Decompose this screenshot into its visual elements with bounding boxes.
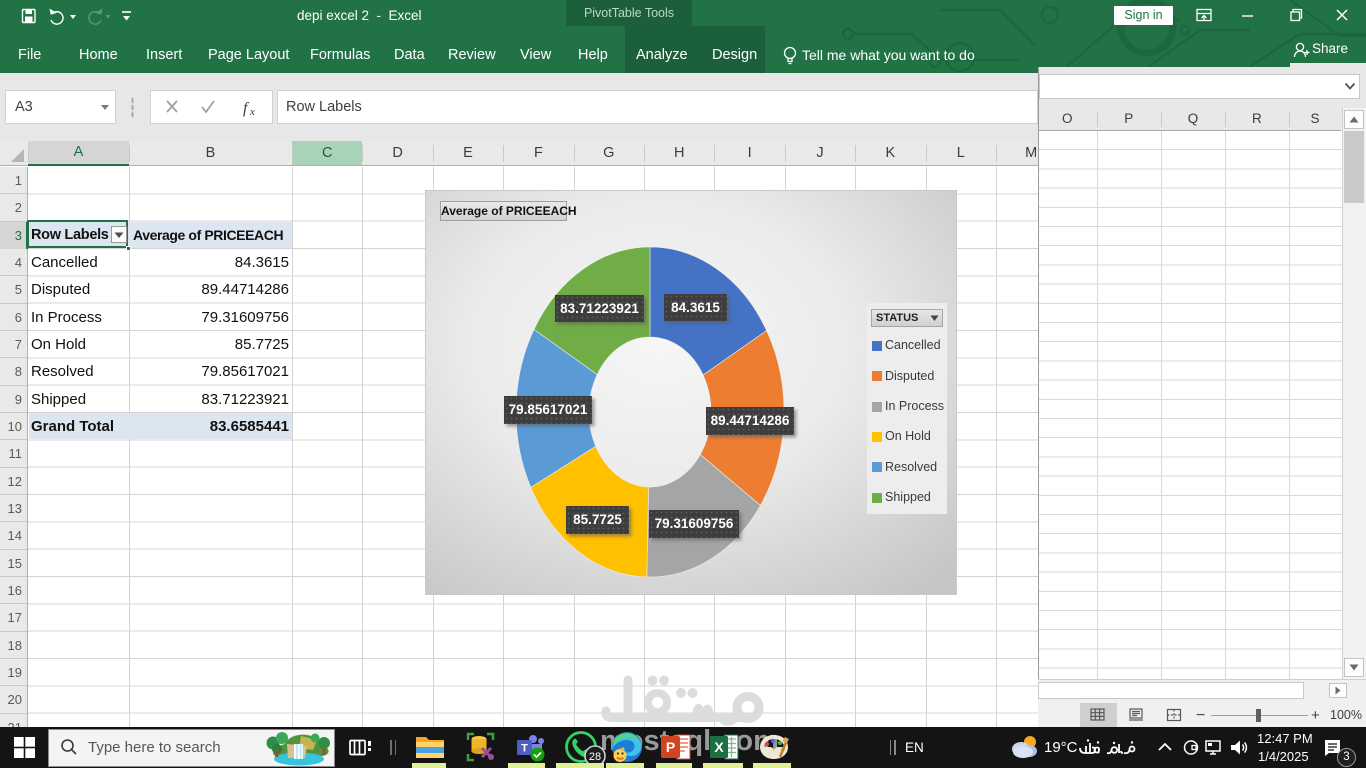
svg-text:X: X [714, 739, 724, 755]
svg-text:28: 28 [589, 751, 601, 763]
svg-text:T: T [521, 743, 528, 755]
svg-text:P: P [666, 739, 675, 755]
svg-text:f: f [243, 100, 250, 117]
svg-text:x: x [249, 106, 255, 118]
